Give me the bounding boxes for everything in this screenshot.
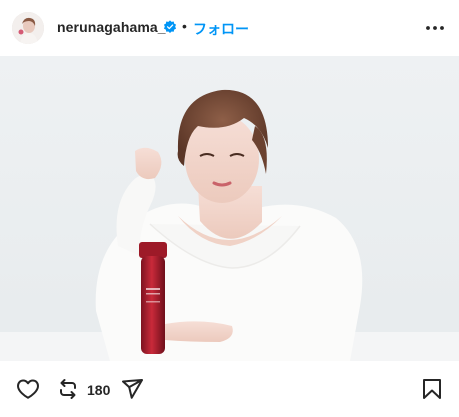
bookmark-icon[interactable] [420,377,444,401]
avatar[interactable] [12,12,44,44]
repost-count: 180 [87,382,111,398]
action-bar: 180 [0,361,459,417]
post-header: nerunagahama_ • フォロー [0,0,459,56]
share-icon[interactable] [120,377,144,401]
follow-button[interactable]: フォロー [193,19,249,39]
post-image[interactable] [0,56,459,361]
username-link[interactable]: nerunagahama_ [57,19,166,35]
repost-icon[interactable] [56,377,80,401]
more-options-icon[interactable] [424,19,446,37]
heart-icon[interactable] [16,377,40,401]
separator-dot: • [182,18,187,34]
verified-badge-icon [163,20,177,33]
